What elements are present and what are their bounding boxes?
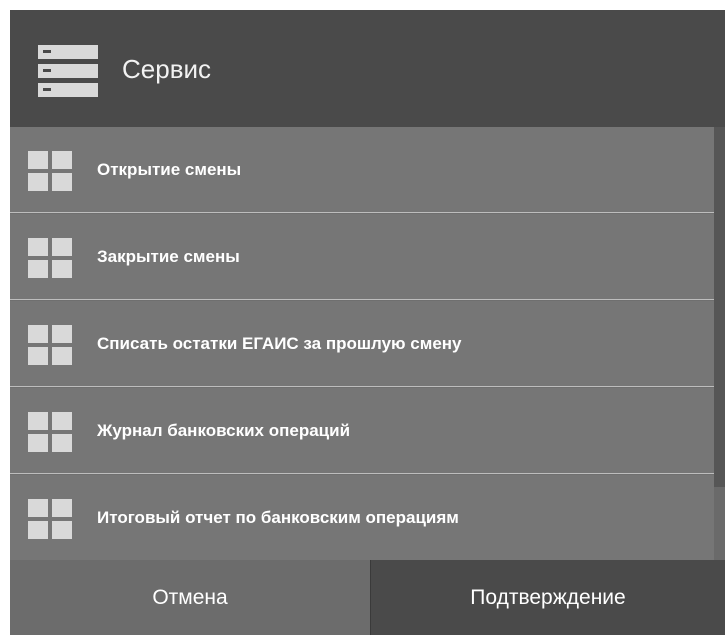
menu-item-open-shift[interactable]: Открытие смены bbox=[10, 127, 714, 213]
dialog-title: Сервис bbox=[122, 54, 212, 84]
tiles-icon bbox=[28, 412, 72, 452]
menu-item-label: Итоговый отчет по банковским операциям bbox=[97, 508, 459, 527]
menu-item-bank-journal[interactable]: Журнал банковских операций bbox=[10, 388, 714, 474]
menu-item-bank-summary-report[interactable]: Итоговый отчет по банковским операциям bbox=[10, 475, 714, 561]
menu-item-close-shift[interactable]: Закрытие смены bbox=[10, 214, 714, 300]
service-menu-list[interactable]: Открытие смены Закрытие смены Списать ос… bbox=[10, 127, 725, 561]
menu-item-label: Открытие смены bbox=[97, 160, 242, 179]
dialog-header: Сервис bbox=[10, 10, 725, 125]
tiles-icon bbox=[28, 238, 72, 278]
confirm-button[interactable]: Подтверждение bbox=[371, 560, 725, 635]
cancel-button[interactable]: Отмена bbox=[10, 560, 371, 635]
tiles-icon bbox=[28, 325, 72, 365]
menu-item-write-off-egais[interactable]: Списать остатки ЕГАИС за прошлую смену bbox=[10, 301, 714, 387]
service-dialog: Сервис Открытие смены Закрытие смены Спи… bbox=[10, 10, 725, 635]
dialog-footer: Отмена Подтверждение bbox=[10, 560, 725, 635]
menu-item-label: Списать остатки ЕГАИС за прошлую смену bbox=[97, 334, 462, 353]
menu-item-label: Журнал банковских операций bbox=[97, 421, 351, 440]
scrollbar-thumb[interactable] bbox=[714, 127, 725, 487]
tiles-icon bbox=[28, 151, 72, 191]
tiles-icon bbox=[28, 499, 72, 539]
menu-item-label: Закрытие смены bbox=[97, 247, 240, 266]
server-list-icon bbox=[38, 45, 98, 97]
